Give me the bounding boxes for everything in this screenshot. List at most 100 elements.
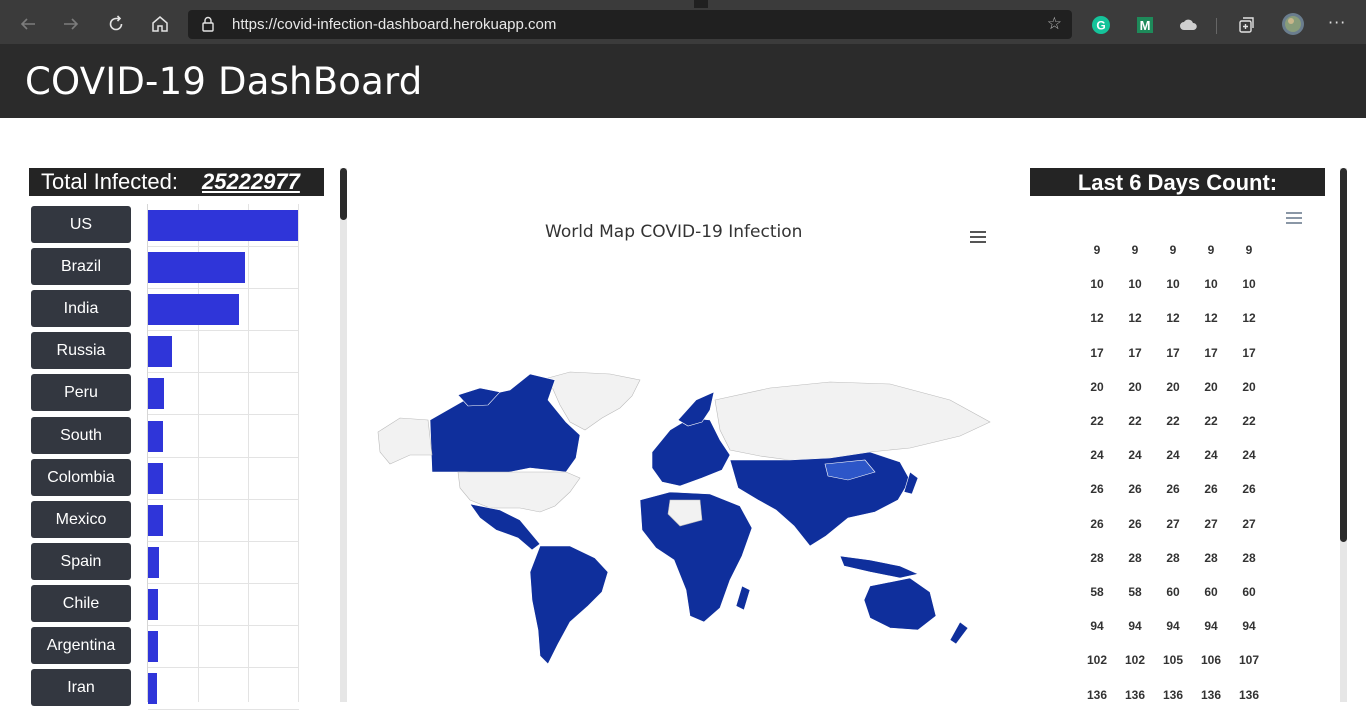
country-bar[interactable] (148, 673, 157, 705)
table-cell: 24 (1128, 448, 1142, 463)
table-cell: 105 (1162, 653, 1184, 668)
table-cell: 28 (1242, 550, 1256, 565)
country-bar[interactable] (148, 378, 164, 410)
table-row: 28 28 28 28 28 (1078, 541, 1268, 575)
table-cell: 27 (1242, 516, 1256, 531)
grammarly-extension-icon[interactable]: G (1091, 15, 1111, 35)
right-scrollbar-thumb[interactable] (1340, 168, 1347, 542)
table-cell: 10 (1166, 277, 1180, 292)
table-cell: 10 (1242, 277, 1256, 292)
left-scrollbar-track (340, 168, 347, 702)
country-bar[interactable] (148, 462, 163, 494)
world-map[interactable] (370, 360, 1000, 670)
country-bar[interactable] (148, 546, 159, 578)
more-options-icon[interactable]: ··· (1328, 13, 1346, 32)
country-bar[interactable] (148, 252, 245, 284)
table-cell: 20 (1166, 379, 1180, 394)
table-cell: 20 (1242, 379, 1256, 394)
country-bar[interactable] (148, 504, 163, 536)
country-button[interactable]: India (31, 290, 131, 328)
table-row: 12 12 12 12 12 (1078, 301, 1268, 335)
table-row: 26 26 26 26 26 (1078, 472, 1268, 506)
map-country-south-america (529, 545, 609, 665)
country-button[interactable]: Peru (31, 374, 131, 412)
last-days-box: Last 6 Days Count: (1030, 168, 1325, 196)
table-row: 94 94 94 94 94 (1078, 609, 1268, 643)
table-cell: 136 (1238, 687, 1260, 702)
table-cell: 22 (1242, 414, 1256, 429)
collections-icon[interactable] (1236, 15, 1256, 35)
table-cell: 58 (1090, 584, 1104, 599)
table-cell: 22 (1166, 414, 1180, 429)
table-cell: 27 (1166, 516, 1180, 531)
country-bar[interactable] (148, 588, 158, 620)
mendeley-extension-icon[interactable]: M (1135, 15, 1155, 35)
country-bar[interactable] (148, 294, 239, 326)
table-cell: 12 (1090, 311, 1104, 326)
lock-icon (202, 16, 214, 32)
grid-line (148, 288, 299, 290)
table-cell: 22 (1204, 414, 1218, 429)
table-cell: 24 (1166, 448, 1180, 463)
table-cell: 27 (1204, 516, 1218, 531)
table-row: 26 26 27 27 27 (1078, 507, 1268, 541)
table-cell: 9 (1169, 243, 1177, 258)
table-row: 20 20 20 20 20 (1078, 370, 1268, 404)
country-bar[interactable] (148, 420, 163, 452)
grid-line (148, 498, 299, 500)
country-bar[interactable] (148, 210, 298, 241)
table-cell: 10 (1128, 277, 1142, 292)
address-bar[interactable]: https://covid-infection-dashboard.heroku… (188, 10, 1072, 39)
svg-text:M: M (1140, 18, 1151, 33)
refresh-icon[interactable] (103, 14, 129, 36)
table-cell: 17 (1242, 345, 1256, 360)
profile-avatar[interactable] (1281, 12, 1305, 36)
table-cell: 9 (1207, 243, 1215, 258)
country-button[interactable]: Spain (31, 542, 131, 580)
country-button[interactable]: Colombia (31, 458, 131, 496)
grid-line (298, 204, 299, 702)
browser-toolbar: https://covid-infection-dashboard.heroku… (0, 8, 1366, 44)
table-cell: 136 (1200, 687, 1222, 702)
country-button[interactable]: Russia (31, 332, 131, 370)
browser-tab[interactable] (0, 0, 694, 8)
forward-icon[interactable] (58, 14, 84, 36)
table-row: 58 58 60 60 60 (1078, 575, 1268, 609)
table-cell: 136 (1124, 687, 1146, 702)
table-cell: 26 (1128, 482, 1142, 497)
map-menu-icon[interactable] (970, 231, 986, 244)
map-country-indonesia (839, 555, 919, 579)
table-cell: 60 (1242, 584, 1256, 599)
table-row: 24 24 24 24 24 (1078, 438, 1268, 472)
left-scrollbar-thumb[interactable] (340, 168, 347, 220)
country-bar[interactable] (148, 631, 158, 662)
country-button[interactable]: Chile (31, 584, 131, 622)
grid-line (148, 372, 299, 374)
country-bar[interactable] (148, 336, 172, 368)
table-menu-icon[interactable] (1286, 212, 1302, 225)
browser-tab-2[interactable] (708, 0, 1366, 8)
home-icon[interactable] (147, 14, 173, 36)
svg-text:G: G (1096, 19, 1105, 33)
grid-line (148, 624, 299, 626)
favorite-star-icon[interactable]: ☆ (1047, 14, 1062, 34)
grid-line (148, 540, 299, 542)
cloud-extension-icon[interactable] (1179, 15, 1199, 35)
country-button[interactable]: Brazil (31, 248, 131, 286)
table-row: 22 22 22 22 22 (1078, 404, 1268, 438)
country-button[interactable]: Mexico (31, 500, 131, 538)
country-button[interactable]: US (31, 206, 131, 243)
map-title: World Map COVID-19 Infection (545, 222, 803, 242)
grid-line (148, 667, 299, 668)
map-country-new-zealand (949, 621, 969, 645)
country-button[interactable]: Argentina (31, 627, 131, 664)
table-cell: 28 (1204, 550, 1218, 565)
country-button[interactable]: South (31, 416, 131, 454)
table-cell: 9 (1093, 243, 1101, 258)
back-icon[interactable] (15, 14, 41, 36)
grid-line (248, 204, 249, 702)
table-cell: 94 (1204, 619, 1218, 634)
table-cell: 17 (1090, 345, 1104, 360)
country-button[interactable]: Iran (31, 669, 131, 707)
total-infected-box: Total Infected: 25222977 (29, 168, 324, 196)
